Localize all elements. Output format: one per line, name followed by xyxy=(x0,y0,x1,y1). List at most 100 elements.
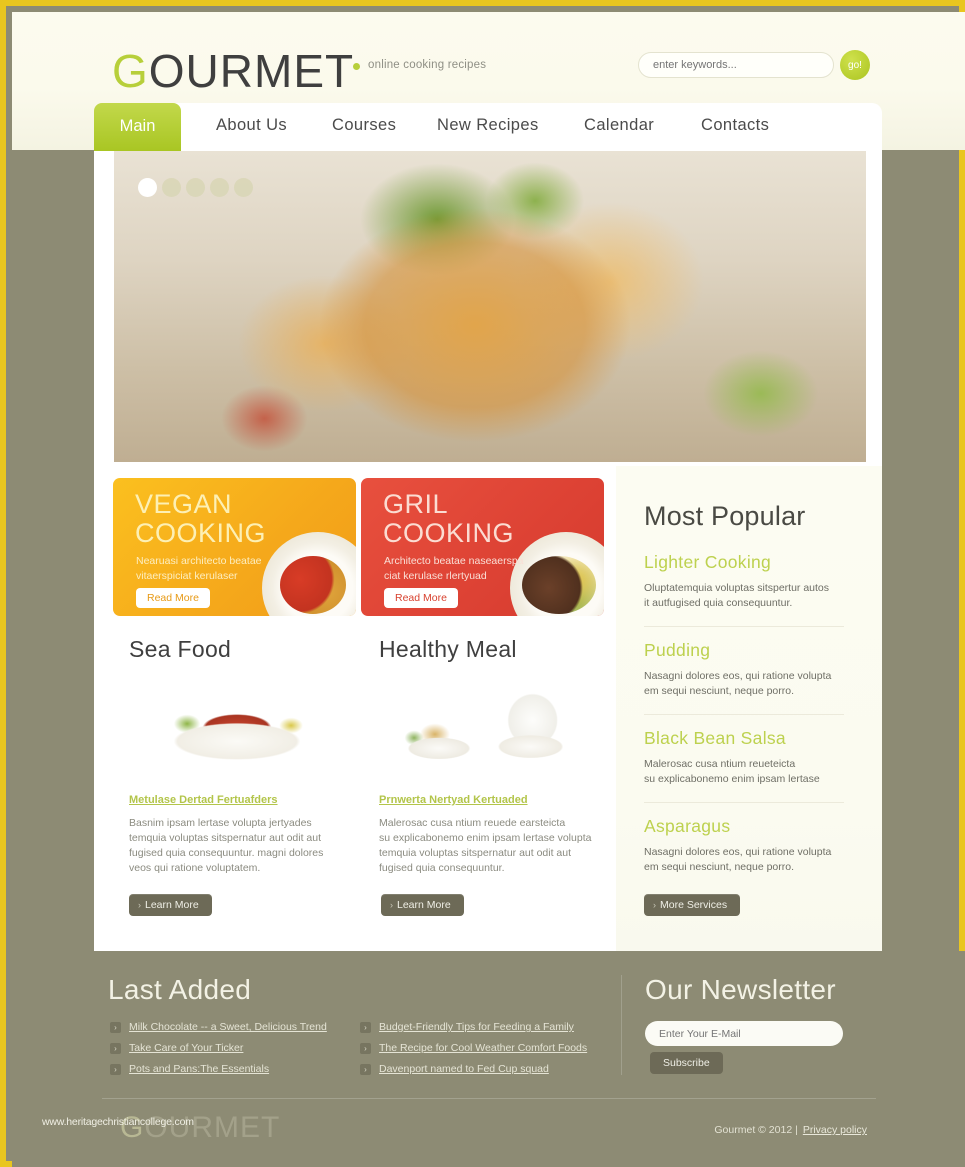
search-go-button[interactable]: go! xyxy=(840,50,870,80)
promo-gril-desc-line2: ciat kerulase rlertyuad xyxy=(384,569,487,582)
nav-item-calendar[interactable]: Calendar xyxy=(584,116,654,135)
newsletter-email-input[interactable] xyxy=(645,1021,843,1046)
nav-item-new-recipes[interactable]: New Recipes xyxy=(437,116,539,135)
privacy-policy-link[interactable]: Privacy policy xyxy=(803,1124,867,1136)
popular-item-0: Lighter Cooking Oluptatemquia voluptas s… xyxy=(644,552,848,627)
footer-link-label: The Recipe for Cool Weather Comfort Food… xyxy=(379,1042,588,1054)
promo-gril-title-line2: COOKING xyxy=(383,518,515,548)
newsletter-title: Our Newsletter xyxy=(645,974,836,1005)
footer-link[interactable]: › Take Care of Your Ticker xyxy=(110,1042,327,1054)
popular-item-1-line1: Nasagni dolores eos, qui ratione volupta xyxy=(644,670,832,682)
footer-link-label: Milk Chocolate -- a Sweet, Delicious Tre… xyxy=(129,1021,327,1033)
popular-item-2: Black Bean Salsa Malerosac cusa ntium re… xyxy=(644,728,848,803)
footer-link[interactable]: › Budget-Friendly Tips for Feeding a Fami… xyxy=(360,1021,587,1033)
column-healthy-meal-heading: Healthy Meal xyxy=(379,636,517,662)
bullet-arrow-icon: › xyxy=(110,1022,121,1033)
slider-dot-5[interactable] xyxy=(234,178,253,197)
divider xyxy=(644,714,844,715)
footer-link-label: Take Care of Your Ticker xyxy=(129,1042,244,1054)
nav-item-contacts[interactable]: Contacts xyxy=(701,116,769,135)
popular-item-0-line1: Oluptatemquia voluptas sitspertur autos xyxy=(644,582,830,594)
footer-link-label: Davenport named to Fed Cup squad xyxy=(379,1063,549,1075)
popular-item-0-line2: it autfugised quia consequuntur. xyxy=(644,597,793,609)
promo-card-gril[interactable]: GRIL COOKING Architecto beatae naseaersp… xyxy=(361,478,604,616)
footer-link-label: Budget-Friendly Tips for Feeding a Famil… xyxy=(379,1021,574,1033)
column-healthy-meal: Healthy Meal Prnwerta Nertyad Kertuaded … xyxy=(379,636,614,874)
last-added-links-column-1: › Milk Chocolate -- a Sweet, Delicious Tr… xyxy=(110,1021,327,1084)
popular-item-0-heading[interactable]: Lighter Cooking xyxy=(644,552,848,573)
search-input[interactable] xyxy=(638,52,834,78)
copyright-label: Gourmet © 2012 | xyxy=(714,1124,798,1136)
popular-item-3-heading[interactable]: Asparagus xyxy=(644,816,848,837)
healthy-meal-learn-more-button[interactable]: › Learn More xyxy=(381,894,464,916)
sea-food-learn-more-button[interactable]: › Learn More xyxy=(129,894,212,916)
hero-slider xyxy=(114,151,866,462)
popular-item-3-line1: Nasagni dolores eos, qui ratione volupta xyxy=(644,846,832,858)
main-navigation: Main About Us Courses New Recipes Calend… xyxy=(94,103,882,151)
newsletter-subscribe-button[interactable]: Subscribe xyxy=(650,1052,723,1074)
footer-logo-text: OURMET xyxy=(144,1111,281,1144)
column-healthy-meal-body: Malerosac cusa ntium reuede earsteicta s… xyxy=(379,816,601,876)
sidebar-title: Most Popular xyxy=(644,501,806,531)
popular-item-2-line1: Malerosac cusa ntium reueteicta xyxy=(644,758,796,770)
site-logo[interactable]: GOURMET xyxy=(112,44,354,98)
hero-food-image xyxy=(114,151,866,462)
promo-gril-title: GRIL COOKING xyxy=(383,490,514,548)
more-services-button[interactable]: › More Services xyxy=(644,894,741,916)
tagline-dot-icon xyxy=(353,63,360,70)
slider-dot-4[interactable] xyxy=(210,178,229,197)
promo-gril-read-more-button[interactable]: Read More xyxy=(384,588,458,608)
slider-dot-3[interactable] xyxy=(186,178,205,197)
column-sea-food-heading: Sea Food xyxy=(129,636,232,662)
footer-link[interactable]: › The Recipe for Cool Weather Comfort Foo… xyxy=(360,1042,587,1054)
divider xyxy=(644,626,844,627)
most-popular-sidebar: Most Popular Lighter Cooking Oluptatemqu… xyxy=(616,466,882,951)
meal-body-line2: su explicabonemo enim ipsam lertase volu… xyxy=(379,832,592,844)
promo-gril-description: Architecto beatae naseaerspa ciat kerula… xyxy=(384,554,544,583)
slider-pagination xyxy=(138,178,253,197)
footer-logo: GOURMET xyxy=(120,1111,280,1145)
meal-body-line1: Malerosac cusa ntium reuede earsteicta xyxy=(379,817,566,829)
footer-link[interactable]: › Milk Chocolate -- a Sweet, Delicious Tr… xyxy=(110,1021,327,1033)
meal-body-line4: fugised quia consequuntur. xyxy=(379,862,505,874)
divider xyxy=(644,802,844,803)
bullet-arrow-icon: › xyxy=(360,1022,371,1033)
popular-item-1-line2: em sequi nesciunt, neque porro. xyxy=(644,685,795,697)
promo-vegan-desc-line2: vitaerspiciat kerulaser xyxy=(136,569,238,582)
popular-item-1-heading[interactable]: Pudding xyxy=(644,640,848,661)
popular-item-2-heading[interactable]: Black Bean Salsa xyxy=(644,728,848,749)
bullet-arrow-icon: › xyxy=(360,1043,371,1054)
footer-vertical-divider xyxy=(621,975,622,1075)
sea-body-line3: fugised quia consequuntur. magni dolores xyxy=(129,847,324,859)
promo-vegan-desc-line1: Nearuasi architecto beatae xyxy=(136,555,262,567)
promo-card-vegan[interactable]: VEGAN COOKING Nearuasi architecto beatae… xyxy=(113,478,356,616)
site-tagline: online cooking recipes xyxy=(368,59,487,71)
sea-body-line1: Basnim ipsam lertase volupta jertyades xyxy=(129,817,312,829)
column-sea-food-link[interactable]: Metulase Dertad Fertuafders xyxy=(129,794,278,806)
sea-body-line2: temquia voluptas sitspernatur aut odit a… xyxy=(129,832,322,844)
slider-dot-2[interactable] xyxy=(162,178,181,197)
footer-link[interactable]: › Davenport named to Fed Cup squad xyxy=(360,1063,587,1075)
popular-item-3-text: Nasagni dolores eos, qui ratione volupta… xyxy=(644,845,848,875)
popular-item-0-text: Oluptatemquia voluptas sitspertur autos … xyxy=(644,581,848,611)
slider-dot-1[interactable] xyxy=(138,178,157,197)
promo-vegan-title-line2: COOKING xyxy=(135,518,267,548)
popular-item-1: Pudding Nasagni dolores eos, qui ratione… xyxy=(644,640,848,715)
arrow-right-icon: › xyxy=(390,900,393,910)
footer-link[interactable]: › Pots and Pans:The Essentials xyxy=(110,1063,327,1075)
footer-logo-g-letter: G xyxy=(120,1111,145,1144)
nav-item-about-us[interactable]: About Us xyxy=(216,116,287,135)
bullet-arrow-icon: › xyxy=(110,1064,121,1075)
column-sea-food: Sea Food Metulase Dertad Fertuafders Bas… xyxy=(129,636,364,874)
nav-item-courses[interactable]: Courses xyxy=(332,116,396,135)
arrow-right-icon: › xyxy=(653,900,656,910)
last-added-title: Last Added xyxy=(108,974,252,1005)
column-healthy-meal-link[interactable]: Prnwerta Nertyad Kertuaded xyxy=(379,794,528,806)
promo-vegan-read-more-button[interactable]: Read More xyxy=(136,588,210,608)
promo-vegan-title-line1: VEGAN xyxy=(135,489,233,519)
bullet-arrow-icon: › xyxy=(110,1043,121,1054)
promo-gril-desc-line1: Architecto beatae naseaerspa xyxy=(384,555,524,567)
popular-item-3: Asparagus Nasagni dolores eos, qui ratio… xyxy=(644,816,848,875)
search-area: go! xyxy=(638,50,870,80)
nav-item-main[interactable]: Main xyxy=(94,103,181,151)
